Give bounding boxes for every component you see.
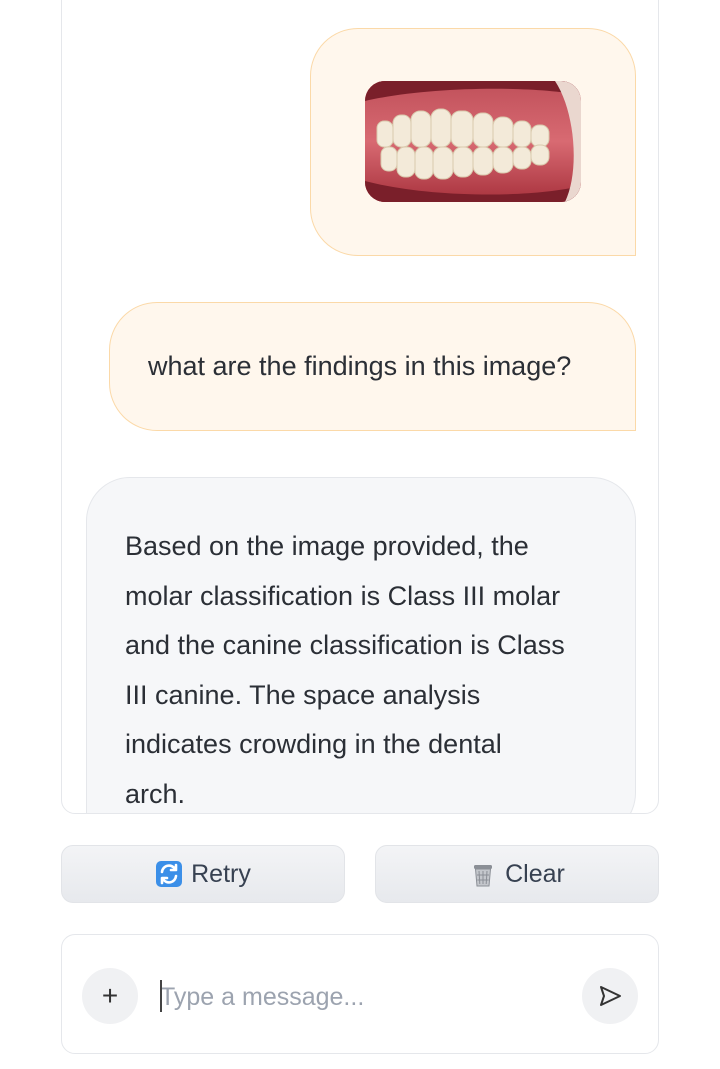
chat-window: what are the findings in this image? Bas…: [61, 0, 659, 814]
retry-button[interactable]: Retry: [61, 845, 345, 903]
retry-label: Retry: [191, 859, 251, 888]
user-image-message: [310, 28, 636, 256]
assistant-message-text: Based on the image provided, the molar c…: [125, 531, 565, 809]
retry-icon: [156, 861, 183, 887]
message-composer: +: [61, 934, 659, 1054]
plus-icon: +: [101, 980, 119, 1011]
assistant-message: Based on the image provided, the molar c…: [86, 477, 636, 813]
dental-photo-image: [365, 81, 581, 202]
send-button[interactable]: [582, 968, 638, 1024]
message-input[interactable]: [160, 975, 560, 1019]
trash-icon: [474, 865, 493, 887]
clear-label: Clear: [505, 859, 565, 888]
text-cursor: [160, 980, 162, 1012]
user-text-message: what are the findings in this image?: [109, 302, 636, 431]
add-attachment-button[interactable]: +: [82, 968, 138, 1024]
dental-photo[interactable]: [365, 81, 581, 202]
user-message-text: what are the findings in this image?: [148, 351, 572, 381]
clear-button[interactable]: Clear: [375, 845, 659, 903]
send-icon: [600, 986, 621, 1006]
